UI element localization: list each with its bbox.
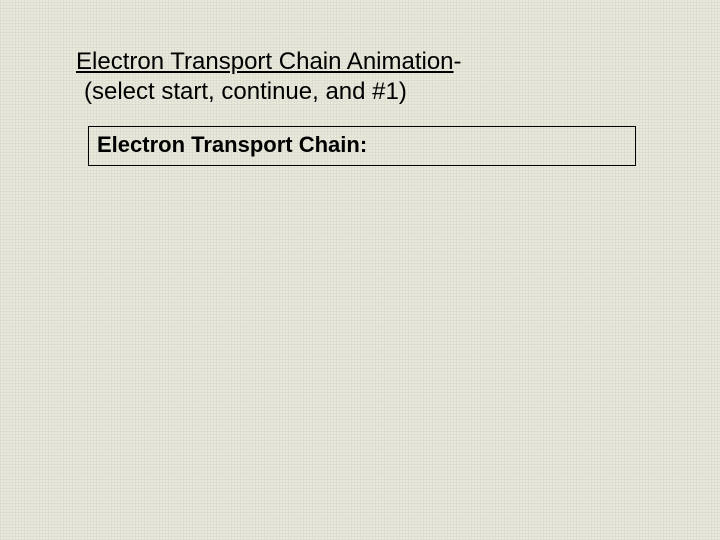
heading-line: Electron Transport Chain Animation- [76,48,462,76]
heading-suffix: - [454,48,462,75]
heading-subtitle: (select start, continue, and #1) [84,78,407,106]
animation-link[interactable]: Electron Transport Chain Animation [76,48,454,75]
definition-box-text: Electron Transport Chain: [97,132,367,157]
definition-box: Electron Transport Chain: [88,126,636,166]
